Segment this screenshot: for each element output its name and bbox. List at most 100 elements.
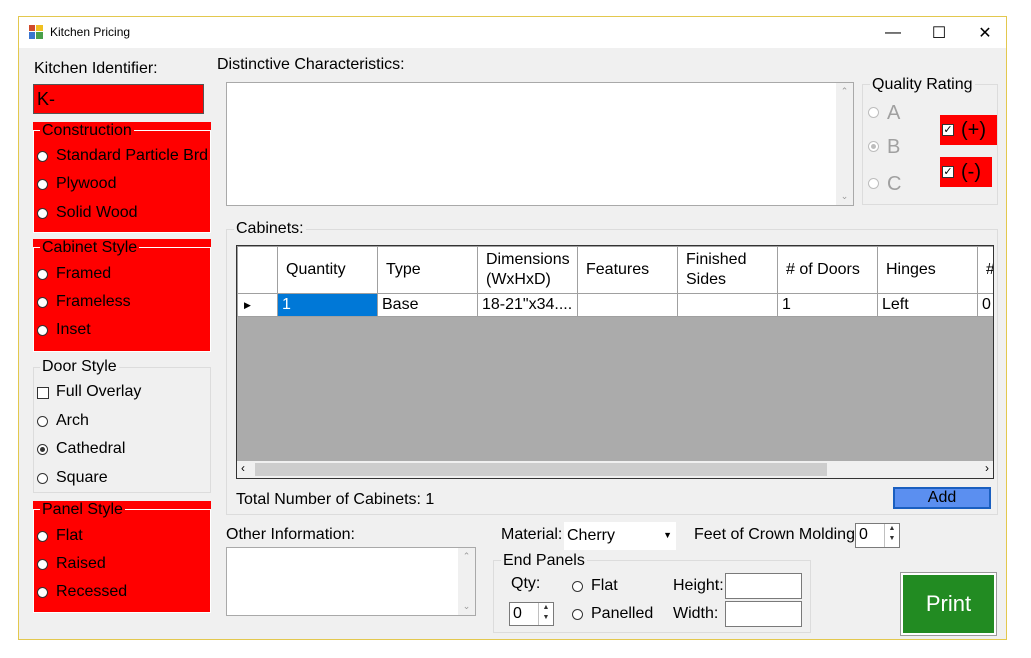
grid-cell-hinges[interactable]: Left [877,293,978,317]
panel-style-radio-flat[interactable] [37,531,48,542]
close-icon: ✕ [978,24,992,42]
column-header[interactable]: Dimensions (WxHxD) [477,246,578,294]
minimize-icon: — [885,23,901,41]
total-cabinets-label: Total Number of Cabinets: 1 [236,491,435,508]
crown-molding-stepper[interactable]: 0 ▲ ▼ [855,523,900,548]
cabinet-style-radio-inset[interactable] [37,325,48,336]
construction-group: Construction Standard Particle Brd Plywo… [33,122,211,233]
kitchen-identifier-label: Kitchen Identifier: [34,60,158,77]
end-panels-qty-label: Qty: [511,575,541,592]
door-style-radio-arch[interactable] [37,416,48,427]
construction-option-label: Solid Wood [56,204,138,221]
construction-radio-solid-wood[interactable] [37,208,48,219]
column-header[interactable]: # of Doors [777,246,878,294]
construction-radio-plywood[interactable] [37,179,48,190]
end-panels-radio-panelled[interactable] [572,609,583,620]
selected-dot [40,447,45,452]
grid-cell-drawers[interactable]: 0 [977,293,993,317]
cabinet-style-group: Cabinet Style Framed Frameless Inset [33,239,211,352]
full-overlay-label: Full Overlay [56,383,142,400]
column-header[interactable]: Finished Sides [677,246,778,294]
maximize-icon: ☐ [931,24,947,42]
material-value: Cherry [567,527,616,544]
minus-checkbox[interactable]: ✓ [942,166,954,178]
quality-radio-c[interactable] [868,178,879,189]
end-panels-width-label: Width: [673,605,719,622]
cabinet-style-option-label: Frameless [56,293,131,310]
panel-style-radio-recessed[interactable] [37,587,48,598]
door-style-option-label: Square [56,469,108,486]
maximize-button[interactable]: ☐ [916,17,962,48]
grid-cell-features[interactable] [577,293,678,317]
material-label: Material: [501,526,563,543]
panel-style-option-label: Raised [56,555,106,572]
grid-header-row: Quantity Type Dimensions (WxHxD) Feature… [237,246,993,294]
other-information-textarea[interactable]: ⌃ ⌄ [226,547,476,616]
door-style-radio-square[interactable] [37,473,48,484]
grid-cell-dimensions[interactable]: 18-21"x34.... [477,293,578,317]
cabinet-style-option-label: Framed [56,265,112,282]
column-header[interactable]: # D [977,246,993,294]
crown-molding-label: Feet of Crown Molding [694,526,855,543]
kitchen-identifier-input[interactable]: K- [33,84,204,114]
app-icon [29,25,43,39]
quality-plus-toggle[interactable]: ✓ (+) [940,115,997,145]
stepper-arrows-icon[interactable]: ▲ ▼ [538,603,553,625]
end-panels-height-label: Height: [673,577,724,594]
scroll-right-icon: › [985,461,989,475]
quality-radio-b[interactable] [868,141,879,152]
stepper-arrows-icon[interactable]: ▲ ▼ [884,524,899,547]
construction-radio-standard[interactable] [37,151,48,162]
plus-checkbox[interactable]: ✓ [942,124,954,136]
quality-option-label: A [887,102,901,124]
minus-label: (-) [961,161,981,183]
end-panels-title: End Panels [501,552,587,570]
quality-option-label: B [887,136,901,158]
cabinet-style-radio-framed[interactable] [37,269,48,280]
material-select[interactable]: Cherry ▼ [564,522,676,550]
close-button[interactable]: ✕ [962,17,1008,48]
door-style-radio-cathedral[interactable] [37,444,48,455]
quality-minus-toggle[interactable]: ✓ (-) [940,157,992,187]
add-button[interactable]: Add [893,487,991,509]
textarea-scrollbar[interactable]: ⌃ ⌄ [836,83,853,205]
column-header[interactable]: Quantity [277,246,378,294]
grid-horizontal-scrollbar[interactable]: ‹ › [237,461,993,478]
print-button[interactable]: Print [900,572,997,636]
panel-style-option-label: Recessed [56,583,128,600]
row-header-corner [237,246,278,294]
distinctive-characteristics-textarea[interactable]: ⌃ ⌄ [226,82,854,206]
scroll-down-icon: ⌄ [462,601,471,611]
window-title: Kitchen Pricing [50,25,131,39]
textarea-scrollbar[interactable]: ⌃ ⌄ [458,548,475,615]
end-panels-qty-stepper[interactable]: 0 ▲ ▼ [509,602,554,626]
grid-cell-type[interactable]: Base [377,293,478,317]
end-panels-radio-flat[interactable] [572,581,583,592]
minimize-button[interactable]: — [870,17,916,48]
cabinet-style-radio-frameless[interactable] [37,297,48,308]
construction-title: Construction [40,122,134,140]
column-header[interactable]: Features [577,246,678,294]
panel-style-title: Panel Style [40,501,125,519]
end-panels-width-input[interactable] [725,601,802,627]
grid-cell-finished-sides[interactable] [677,293,778,317]
cabinet-style-title: Cabinet Style [40,239,140,257]
end-panels-flat-label: Flat [591,577,618,594]
grid-cell-quantity[interactable]: 1 [277,293,378,317]
full-overlay-checkbox[interactable] [37,387,49,399]
end-panels-panelled-label: Panelled [591,605,654,622]
column-header[interactable]: Hinges [877,246,978,294]
grid-cell-doors[interactable]: 1 [777,293,878,317]
column-header[interactable]: Type [377,246,478,294]
scroll-up-icon: ⌃ [462,551,471,561]
quality-radio-a[interactable] [868,107,879,118]
plus-label: (+) [961,119,986,141]
panel-style-group: Panel Style Flat Raised Recessed [33,501,211,613]
scrollbar-thumb[interactable] [255,463,827,476]
end-panels-height-input[interactable] [725,573,802,599]
table-row[interactable]: ▶ 1 Base 18-21"x34.... 1 Left 0 [237,293,993,317]
panel-style-radio-raised[interactable] [37,559,48,570]
cabinets-grid[interactable]: Quantity Type Dimensions (WxHxD) Feature… [236,245,994,479]
cabinet-style-option-label: Inset [56,321,91,338]
construction-option-label: Plywood [56,175,117,192]
